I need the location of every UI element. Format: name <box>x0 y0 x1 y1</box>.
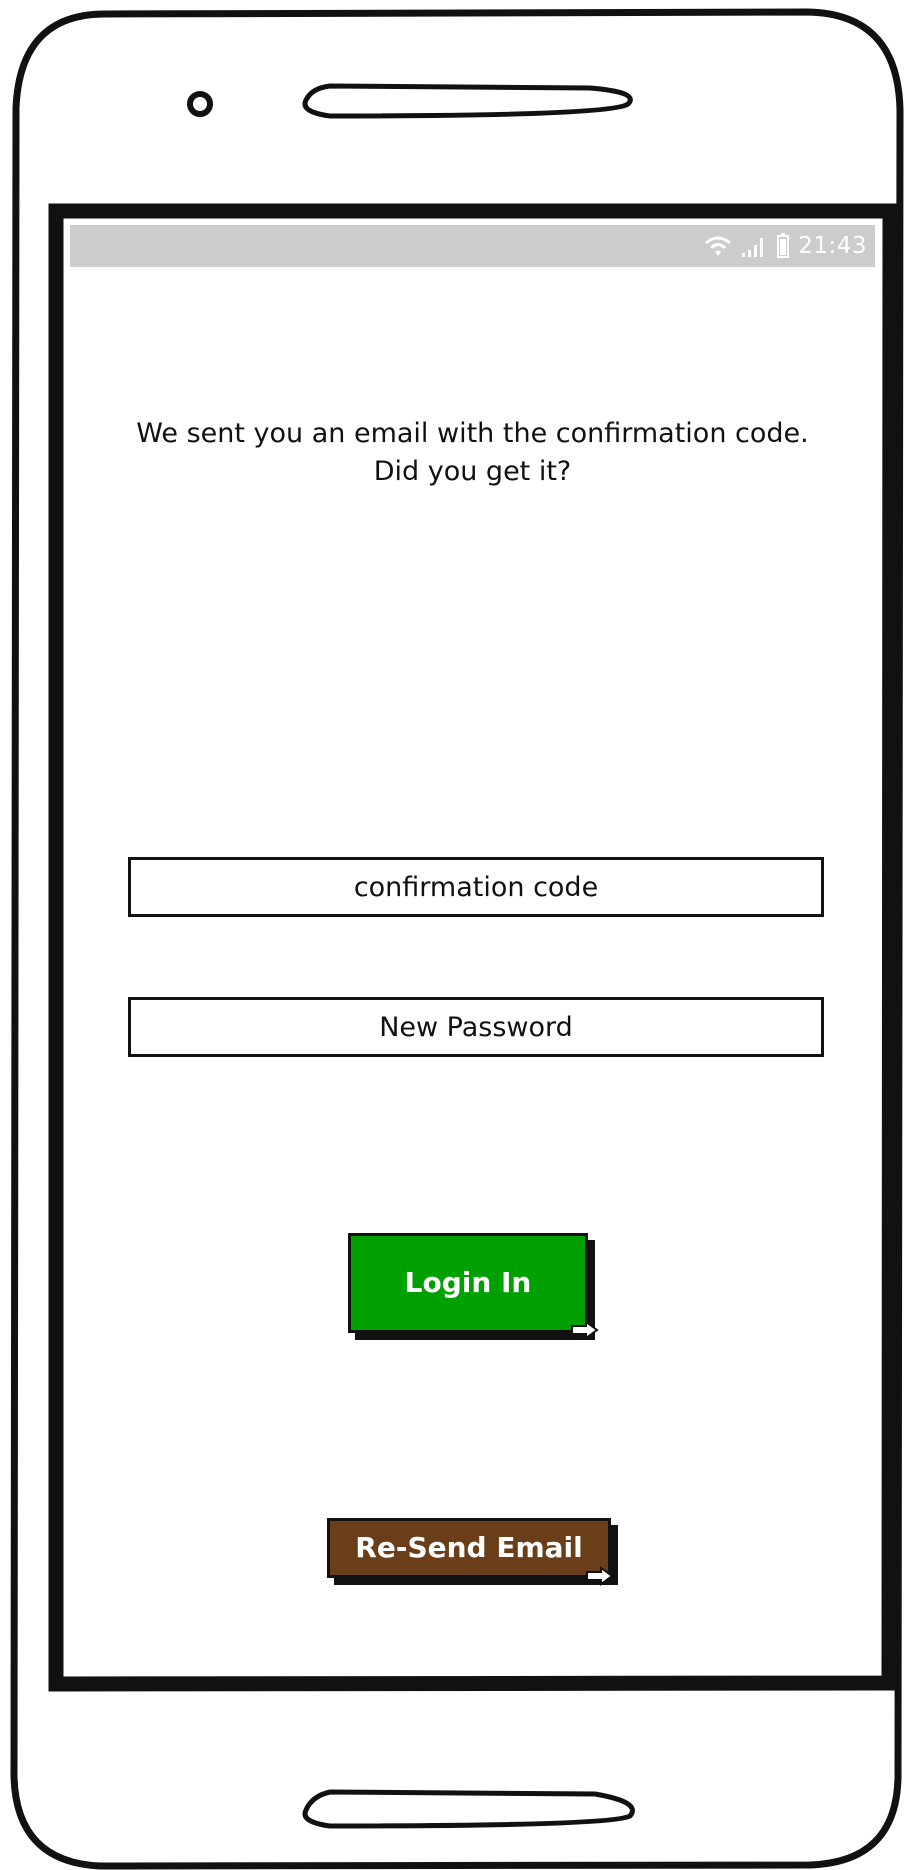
signal-icon <box>742 238 764 257</box>
home-button-icon[interactable] <box>302 1789 635 1829</box>
status-clock: 21:43 <box>798 233 867 259</box>
status-icons: 21:43 <box>704 229 867 263</box>
phone-body-outline <box>10 8 904 1870</box>
battery-icon <box>777 233 790 258</box>
confirmation-code-input[interactable] <box>128 857 824 917</box>
new-password-input[interactable] <box>128 997 824 1057</box>
status-bar: 21:43 <box>70 225 875 267</box>
message-line-2: Did you get it? <box>373 456 572 487</box>
message-line-1: We sent you an email with the confirmati… <box>136 418 809 449</box>
speaker-icon <box>302 83 633 119</box>
login-button[interactable]: Login In <box>348 1233 588 1333</box>
phone-frame <box>10 8 904 1870</box>
link-arrow-icon <box>586 1566 614 1586</box>
resend-email-button[interactable]: Re-Send Email <box>327 1518 611 1578</box>
camera-icon <box>187 91 213 117</box>
mockup-canvas: 21:43 We sent you an email with the conf… <box>0 0 915 1870</box>
confirmation-message: We sent you an email with the confirmati… <box>70 415 875 491</box>
link-arrow-icon <box>571 1320 599 1340</box>
wifi-icon <box>705 236 732 256</box>
